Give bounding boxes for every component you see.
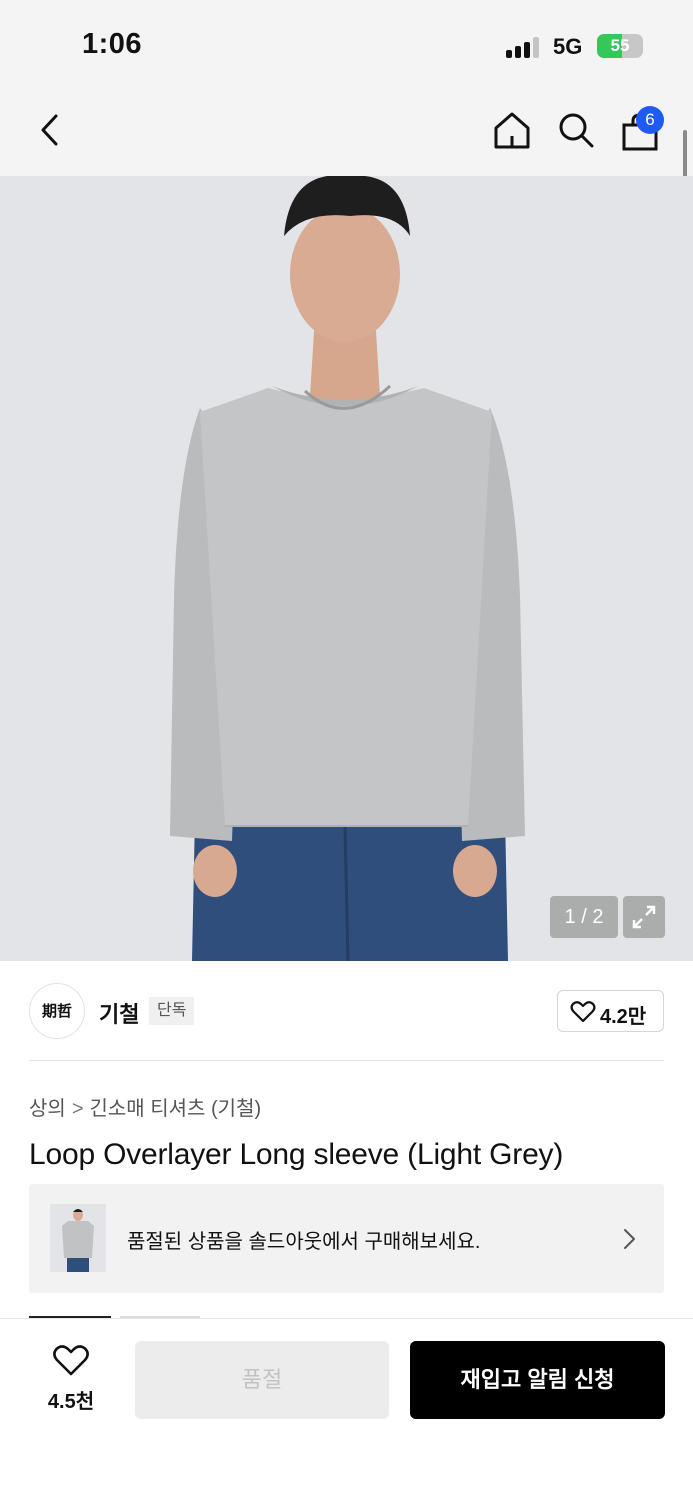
brand-logo[interactable]: 期哲 — [29, 983, 85, 1039]
image-counter: 1 / 2 — [550, 896, 618, 938]
soldout-banner[interactable]: 품절된 상품을 솔드아웃에서 구매해보세요. — [29, 1184, 664, 1293]
brand-like-count: 4.2만 — [600, 1006, 647, 1028]
wishlist-button[interactable]: 4.5천 — [36, 1341, 106, 1421]
breadcrumb: 상의 > 긴소매 티셔츠 (기철) — [29, 1092, 261, 1121]
status-bar: 1:06 5G 55 — [0, 0, 693, 88]
bottom-action-bar: 4.5천 품절 재입고 알림 신청 — [0, 1318, 693, 1500]
expand-button[interactable] — [623, 896, 665, 938]
expand-icon — [632, 905, 656, 929]
network-type: 5G — [553, 34, 583, 59]
product-title: Loop Overlayer Long sleeve (Light Grey) — [29, 1138, 564, 1171]
home-icon[interactable] — [492, 110, 532, 150]
status-time: 1:06 — [82, 28, 143, 60]
battery-icon: 55 — [597, 34, 643, 58]
exclusive-badge: 단독 — [149, 997, 195, 1025]
breadcrumb-separator: > — [71, 1098, 84, 1120]
chevron-left-icon[interactable] — [36, 112, 64, 148]
brand-like-button[interactable]: 4.2만 — [557, 990, 664, 1032]
battery-level: 55 — [610, 36, 630, 55]
brand-row: 期哲 기철 단독 4.2만 — [0, 961, 693, 1061]
wishlist-count: 4.5천 — [47, 1391, 95, 1413]
product-thumbnail — [50, 1204, 106, 1272]
soldout-banner-text: 품절된 상품을 솔드아웃에서 구매해보세요. — [127, 1231, 481, 1253]
product-image[interactable] — [0, 176, 693, 961]
chevron-right-icon — [624, 1229, 635, 1249]
breadcrumb-category[interactable]: 상의 — [29, 1098, 66, 1120]
model-photo — [0, 176, 693, 961]
search-icon[interactable] — [556, 110, 596, 150]
restock-alert-button[interactable]: 재입고 알림 신청 — [410, 1341, 665, 1419]
heart-outline-icon — [570, 1001, 596, 1023]
breadcrumb-subcategory[interactable]: 긴소매 티셔츠 (기철) — [90, 1098, 262, 1120]
cart-count-badge: 6 — [636, 106, 664, 134]
heart-outline-icon — [53, 1345, 89, 1376]
divider — [29, 1060, 664, 1061]
soldout-button[interactable]: 품절 — [135, 1341, 389, 1419]
brand-name[interactable]: 기철 — [99, 997, 139, 1029]
signal-icon — [506, 36, 542, 58]
